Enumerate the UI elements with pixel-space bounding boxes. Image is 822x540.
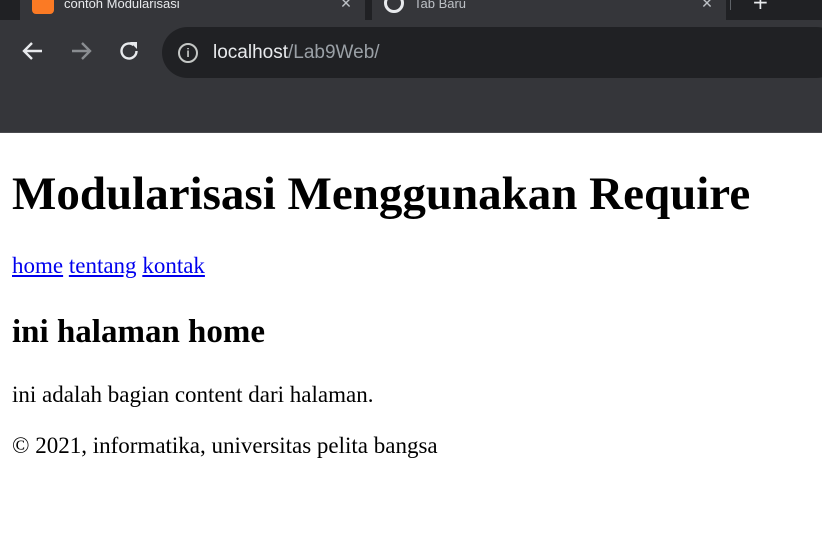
address-bar[interactable]: i localhost/Lab9Web/ [162, 27, 822, 78]
url-text[interactable]: localhost/Lab9Web/ [213, 42, 380, 64]
footer-text: © 2021, informatika, universitas pelita … [12, 433, 438, 458]
url-path: /Lab9Web/ [288, 41, 380, 63]
arrow-left-icon [22, 42, 42, 60]
forward-button[interactable] [66, 36, 96, 66]
toolbar: i localhost/Lab9Web/ [0, 20, 822, 86]
arrow-right-icon [72, 42, 92, 60]
nav-link-home[interactable]: home [12, 253, 63, 278]
nav-link-tentang[interactable]: tentang [69, 253, 137, 278]
close-icon[interactable]: ✕ [339, 0, 353, 12]
close-icon[interactable]: ✕ [700, 0, 714, 12]
url-host: localhost [213, 41, 288, 63]
back-button[interactable] [18, 36, 48, 66]
browser-chrome: contoh Modularisasi ✕ Tab Baru ✕ + i loc… [0, 0, 822, 133]
reload-button[interactable] [114, 36, 144, 66]
section-heading: ini halaman home [12, 314, 266, 350]
page-title: Modularisasi Menggunakan Require [12, 168, 751, 220]
tab-strip: contoh Modularisasi ✕ Tab Baru ✕ + [0, 0, 822, 20]
reload-icon [120, 42, 138, 60]
globe-icon [384, 0, 404, 13]
xampp-icon [32, 0, 54, 14]
tab-new[interactable]: Tab Baru ✕ [372, 0, 726, 20]
nav-link-kontak[interactable]: kontak [142, 253, 205, 278]
nav-menu: home tentang kontak [12, 253, 205, 279]
content-text: ini adalah bagian content dari halaman. [12, 382, 374, 407]
info-icon[interactable]: i [178, 42, 198, 63]
tab-modularisasi[interactable]: contoh Modularisasi ✕ [20, 0, 365, 20]
tab-title: contoh Modularisasi [64, 0, 180, 11]
tab-title: Tab Baru [414, 0, 467, 11]
new-tab-button[interactable]: + [752, 0, 769, 14]
tab-divider [730, 0, 731, 10]
